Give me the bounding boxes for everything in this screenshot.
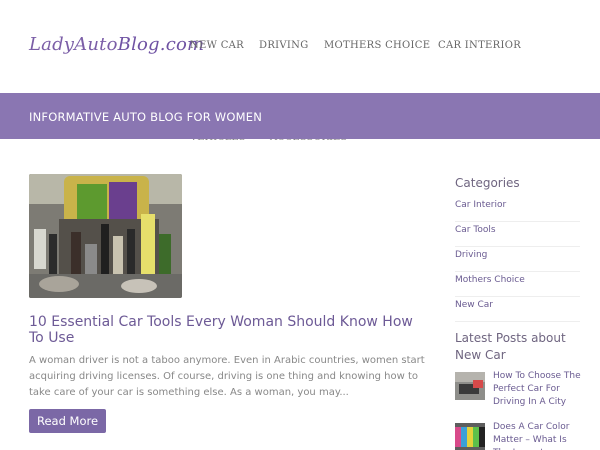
site-header: LadyAutoBlog.com NEW CAR DRIVING MOTHERS… — [0, 0, 600, 92]
latest-post-title[interactable]: Does A Car Color Matter – What Is The Im… — [493, 421, 583, 450]
nav-mothers-choice[interactable]: MOTHERS CHOICE — [324, 40, 430, 51]
nav-car-interior[interactable]: CAR INTERIOR — [438, 40, 521, 51]
category-car-tools[interactable]: Car Tools — [455, 222, 580, 247]
tagline-banner: INFORMATIVE AUTO BLOG FOR WOMEN — [0, 93, 600, 139]
category-mothers-choice[interactable]: Mothers Choice — [455, 272, 580, 297]
read-more-button[interactable]: Read More — [29, 409, 106, 433]
car-color-photo — [455, 423, 485, 450]
category-new-car[interactable]: New Car — [455, 297, 580, 322]
categories-heading: Categories — [455, 176, 520, 190]
latest-post-thumbnail[interactable] — [455, 372, 485, 400]
post-excerpt: A woman driver is not a taboo anymore. E… — [29, 355, 425, 398]
categories-list: Car Interior Car Tools Driving Mothers C… — [455, 197, 580, 322]
post-featured-image[interactable] — [29, 174, 182, 298]
latest-post-thumbnail[interactable] — [455, 423, 485, 450]
site-logo[interactable]: LadyAutoBlog.com — [29, 34, 204, 55]
category-car-interior[interactable]: Car Interior — [455, 197, 580, 222]
logo-text-part1: LadyAuto — [29, 34, 118, 55]
category-driving[interactable]: Driving — [455, 247, 580, 272]
latest-post-item[interactable]: How To Choose The Perfect Car For Drivin… — [455, 370, 583, 416]
city-car-photo — [455, 372, 485, 400]
post-title-link[interactable]: 10 Essential Car Tools Every Woman Shoul… — [29, 314, 429, 346]
car-tools-photo — [29, 174, 182, 298]
latest-post-title[interactable]: How To Choose The Perfect Car For Drivin… — [493, 370, 583, 409]
latest-posts-heading: Latest Posts about New Car — [455, 331, 566, 362]
latest-post-item[interactable]: Does A Car Color Matter – What Is The Im… — [455, 421, 580, 450]
site-tagline: INFORMATIVE AUTO BLOG FOR WOMEN — [29, 110, 262, 124]
sidebar: Categories Car Interior Car Tools Drivin… — [455, 174, 580, 322]
nav-driving[interactable]: DRIVING — [259, 40, 309, 51]
nav-new-car[interactable]: NEW CAR — [190, 40, 244, 51]
